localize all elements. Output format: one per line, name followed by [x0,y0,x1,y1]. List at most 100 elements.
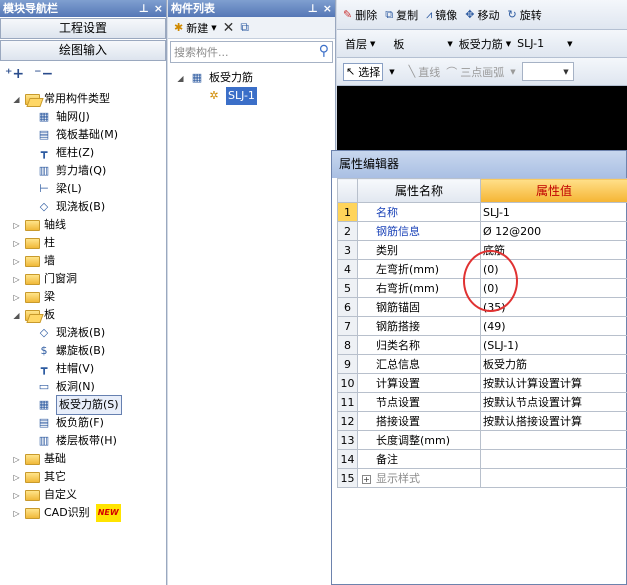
component-tree-child[interactable]: ✲ SLJ-1 [206,87,257,105]
component-tree-root[interactable]: ◢ ▦ 板受力筋 [176,69,253,87]
line-button[interactable]: ╲ 直线 [409,64,441,80]
nav-tree-item-label: 梁(L) [56,182,82,195]
expand-icon[interactable]: ▷ [12,473,21,482]
property-value[interactable]: 按默认节点设置计算 [480,392,627,412]
nav-tree-item[interactable]: ▷ 基础 [12,450,66,468]
folder-icon [25,237,40,249]
property-row[interactable]: 14 备注 [337,449,627,469]
expand-icon[interactable]: ▷ [12,491,21,500]
nav-tree-item[interactable]: ▷ 梁 [12,288,55,306]
collapse-icon[interactable]: ◢ [176,74,185,83]
property-row[interactable]: 13 长度调整(mm) [337,430,627,450]
property-row[interactable]: 10 计算设置 按默认计算设置计算 [337,373,627,393]
draw-mode-select[interactable]: ▼ [521,62,574,81]
nav-tree-item[interactable]: ┳ 柱帽(V) [36,360,94,378]
new-button[interactable]: ✱ 新建 ▼ [174,20,217,36]
search-icon[interactable]: ⚲ [319,43,329,59]
expand-icon[interactable]: ▷ [12,221,21,230]
property-row[interactable]: 1 名称 SLJ-1 [337,202,627,222]
nav-tree-item[interactable]: $ 螺旋板(B) [36,342,106,360]
property-value[interactable] [480,449,627,469]
category-select[interactable]: 板 ▼ [393,36,452,52]
property-row[interactable]: 8 归类名称 (SLJ-1) [337,335,627,355]
chevron-down-icon[interactable]: ▼ [510,68,515,76]
collapse-all-icon[interactable]: ⁻− [34,66,53,82]
nav-tree-item[interactable]: ▷ 轴线 [12,216,66,234]
property-value[interactable]: (SLJ-1) [480,335,627,355]
copy-icon[interactable]: ⧉ [240,20,249,35]
floor-select[interactable]: 首层 ▼ [345,36,375,52]
rebar-icon: ▦ [191,71,203,84]
component-search-input[interactable]: 搜索构件... ⚲ [170,41,333,63]
nav-tree-item[interactable]: ◢ 板 [12,306,55,324]
property-row[interactable]: 7 钢筋搭接 (49) [337,316,627,336]
type-select[interactable]: 板受力筋 ▼ [459,36,511,52]
type-value: 板受力筋 [458,37,503,51]
nav-tree-item[interactable]: ▷ 柱 [12,234,55,252]
nav-tree-item-label: 剪力墙(Q) [56,164,107,177]
drawing-input-button[interactable]: 绘图输入 [0,40,166,61]
nav-tree-item[interactable]: ▷ 其它 [12,468,66,486]
expand-icon[interactable]: ▷ [12,257,21,266]
close-icon[interactable]: × [154,0,163,17]
delete-icon[interactable]: ✕ [223,20,235,36]
property-value[interactable] [480,430,627,450]
nav-tree-item-label: 常用构件类型 [44,92,110,105]
property-row[interactable]: 2 钢筋信息 Ø 12@200 [337,221,627,241]
nav-tree-item[interactable]: ┳ 框柱(Z) [36,144,94,162]
tree-child-label: SLJ-1 [226,87,257,105]
nav-tree-item[interactable]: ▦ 轴网(J) [36,108,90,126]
property-row[interactable]: 15 + 显示样式 [337,468,627,488]
expand-icon[interactable]: ▷ [12,293,21,302]
nav-tree-item[interactable]: ▥ 剪力墙(Q) [36,162,106,180]
project-settings-button[interactable]: 工程设置 [0,18,166,39]
expand-icon[interactable]: ▷ [12,239,21,248]
nav-tree-item[interactable]: ▷ CAD识别 NEW [12,504,121,522]
property-row[interactable]: 11 节点设置 按默认节点设置计算 [337,392,627,412]
chevron-down-icon[interactable]: ▼ [389,68,394,76]
mirror-button[interactable]: ⩘ 镜像 [426,7,457,23]
property-value[interactable]: 按默认搭接设置计算 [480,411,627,431]
pin-icon[interactable]: ⊥ [139,0,149,17]
arc-button[interactable]: ⌒ 三点画弧 [446,64,504,80]
property-row[interactable]: 12 搭接设置 按默认搭接设置计算 [337,411,627,431]
chevron-down-icon: ▼ [211,23,217,32]
nav-tree-item[interactable]: ▭ 板洞(N) [36,378,95,396]
nav-tree-item[interactable]: ▤ 筏板基础(M) [36,126,118,144]
nav-tree-item[interactable]: ▦ 板受力筋(S) [36,395,122,415]
nav-tree-item[interactable]: ▷ 门窗洞 [12,270,77,288]
rotate-button[interactable]: ↻ 旋转 [508,7,542,23]
property-value[interactable]: SLJ-1 [480,202,627,222]
nav-tree-item[interactable]: ◇ 现浇板(B) [36,198,105,216]
close-icon[interactable]: × [323,0,332,17]
nav-tree-item[interactable]: ▤ 板负筋(F) [36,414,104,432]
copy-button[interactable]: ⧉ 复制 [385,7,418,23]
property-value[interactable]: 按默认计算设置计算 [480,373,627,393]
property-name: 搭接设置 [357,411,481,431]
property-value[interactable]: 板受力筋 [480,354,627,374]
nav-tree-item[interactable]: ◇ 现浇板(B) [36,324,105,342]
property-row[interactable]: 9 汇总信息 板受力筋 [337,354,627,374]
expand-all-icon[interactable]: ⁺+ [5,66,24,82]
component-list-panel: 构件列表 ⊥ × ✱ 新建 ▼ ✕ ⧉ 搜索构件... ⚲ ◢ ▦ 板受力筋 ✲… [168,0,336,585]
property-value[interactable] [480,468,627,488]
expand-icon[interactable]: ▷ [12,275,21,284]
property-value[interactable]: (49) [480,316,627,336]
expand-icon[interactable]: ▷ [12,509,21,518]
select-button[interactable]: ↖ 选择 [343,62,384,81]
property-value[interactable]: Ø 12@200 [480,221,627,241]
collapse-icon[interactable]: ◢ [12,311,21,320]
nav-tree-item[interactable]: ◢ 常用构件类型 [12,90,110,108]
expand-icon[interactable]: ▷ [12,455,21,464]
delete-button[interactable]: ✎ 删除 [343,7,377,23]
nav-tree-item[interactable]: ▷ 墙 [12,252,55,270]
move-button[interactable]: ✥ 移动 [465,7,499,23]
expand-icon[interactable]: + [362,475,371,484]
nav-tree-item[interactable]: ▥ 楼层板带(H) [36,432,117,450]
name-select[interactable]: SLJ-1 ▼ [517,37,572,50]
pin-icon[interactable]: ⊥ [308,0,318,17]
property-name-text: 钢筋搭接 [376,320,420,333]
collapse-icon[interactable]: ◢ [12,95,21,104]
nav-tree-item[interactable]: ▷ 自定义 [12,486,77,504]
nav-tree-item[interactable]: ⊢ 梁(L) [36,180,82,198]
